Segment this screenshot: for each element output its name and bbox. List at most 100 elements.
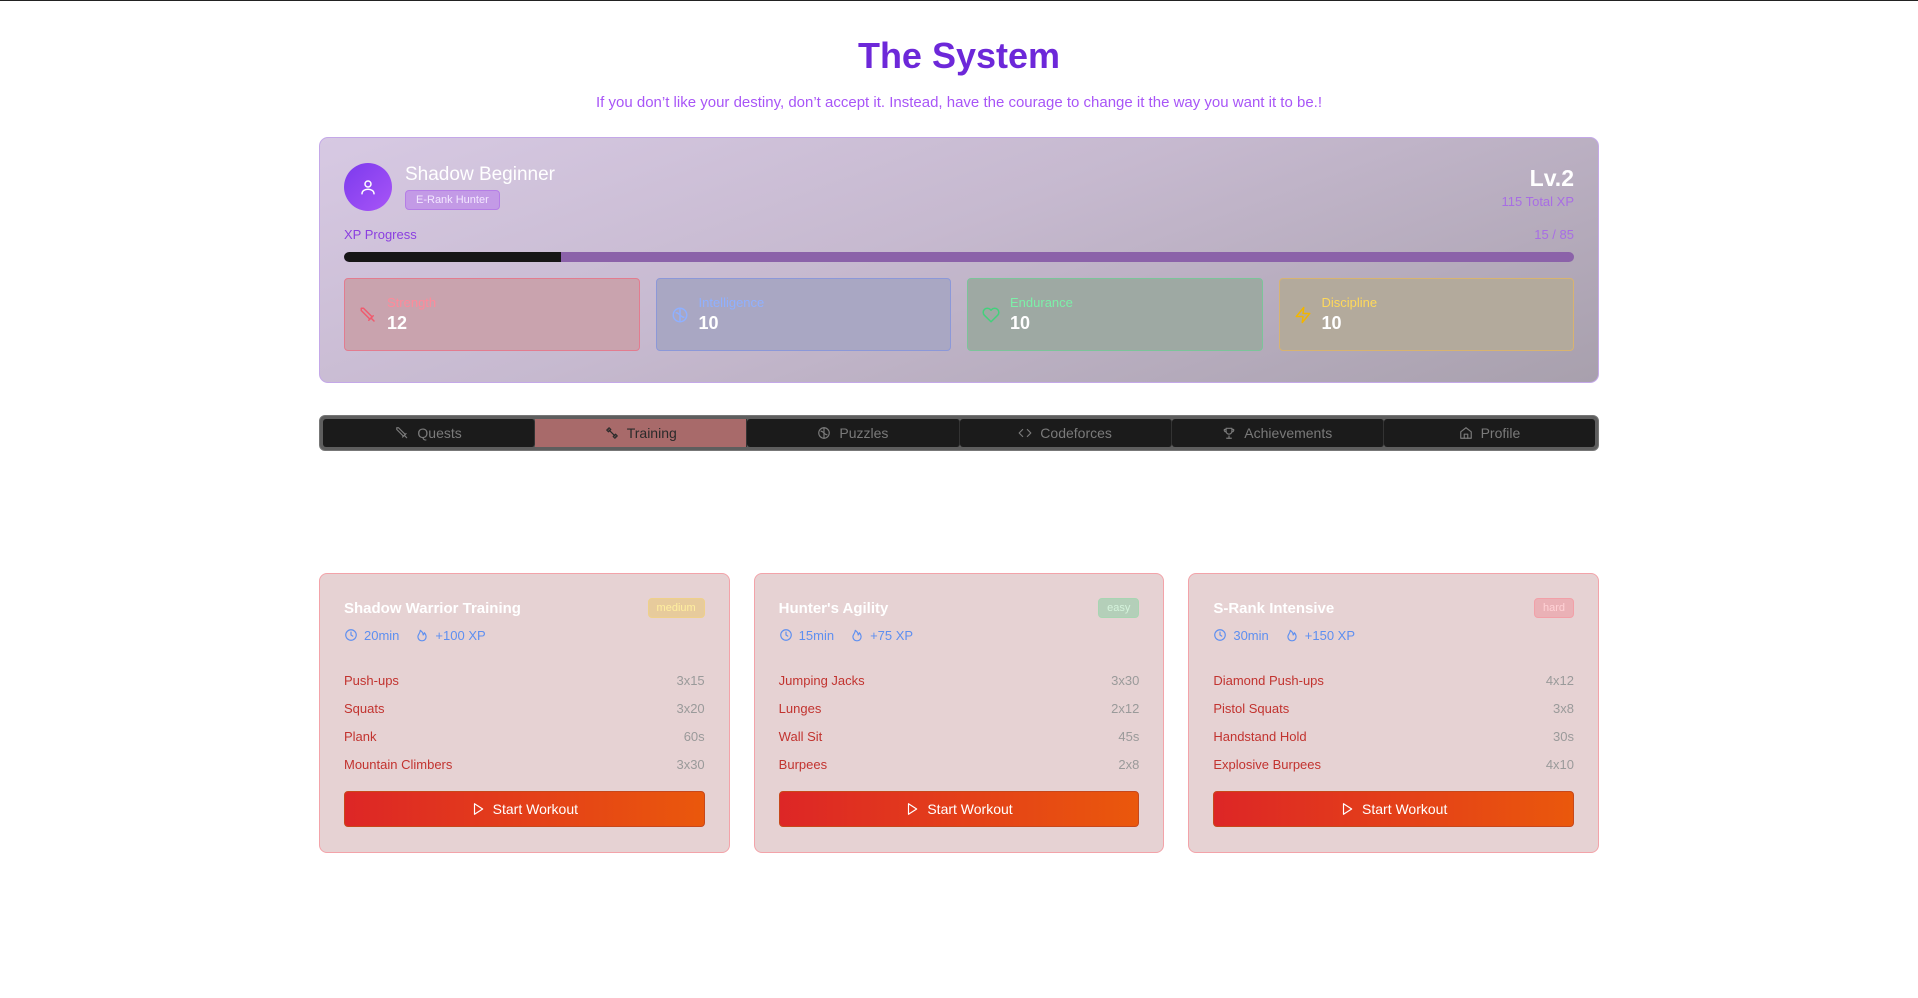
tab-label: Profile (1480, 425, 1521, 441)
level-indicator: Lv.2 (1529, 165, 1574, 191)
stat-value: 10 (698, 312, 719, 333)
stat-label: Endurance (1010, 294, 1073, 310)
trophy-icon (1222, 426, 1236, 440)
rank-badge: E-Rank Hunter (405, 190, 500, 210)
tab-profile[interactable]: Profile (1383, 419, 1596, 447)
exercise-reps: 4x12 (1545, 673, 1575, 688)
exercise-reps: 3x8 (1553, 701, 1575, 716)
start-workout-button[interactable]: Start Workout (344, 791, 705, 827)
tab-label: Puzzles (839, 425, 889, 441)
play-icon (905, 802, 919, 816)
exercise-reps: 3x20 (676, 701, 705, 716)
exercise-row: Jumping Jacks 3x30 (779, 667, 1140, 695)
exercise-name: Plank (344, 729, 377, 744)
stat-value: 10 (1010, 312, 1031, 333)
workout-xp: +75 XP (850, 628, 913, 643)
workout-card: Shadow Warrior Training medium 20min +10… (319, 573, 730, 853)
workout-title: Hunter's Agility (778, 599, 889, 617)
workout-duration: 20min (344, 628, 399, 643)
xp-text: +150 XP (1304, 627, 1356, 643)
stat-strength: Strength 12 (344, 278, 640, 351)
tab-puzzles[interactable]: Puzzles (747, 419, 960, 447)
xp-progress-bar (344, 252, 1574, 262)
workout-xp: +150 XP (1285, 628, 1355, 643)
tab-achievements[interactable]: Achievements (1171, 419, 1384, 447)
exercise-row: Wall Sit 45s (779, 723, 1140, 751)
dumbbell-icon (605, 426, 619, 440)
workout-duration: 15min (779, 628, 834, 643)
stat-label: Intelligence (698, 294, 765, 310)
exercise-name: Lunges (778, 701, 822, 716)
exercise-row: Handstand Hold 30s (1213, 723, 1574, 751)
exercise-name: Squats (344, 701, 385, 716)
exercise-name: Diamond Push-ups (1213, 673, 1324, 688)
heart-icon (980, 304, 1002, 326)
exercise-reps: 45s (1118, 729, 1140, 744)
tab-training[interactable]: Training (535, 419, 748, 447)
tab-label: Achievements (1244, 425, 1333, 441)
profile-name: Shadow Beginner (405, 164, 555, 185)
duration-text: 15min (798, 627, 835, 643)
start-workout-button[interactable]: Start Workout (1213, 791, 1575, 827)
tab-label: Quests (417, 425, 462, 441)
workout-title: Shadow Warrior Training (344, 599, 521, 617)
exercise-reps: 60s (683, 729, 705, 744)
sword-icon (395, 426, 409, 440)
play-icon (1340, 802, 1354, 816)
button-label: Start Workout (492, 801, 578, 817)
exercise-reps: 4x10 (1545, 757, 1575, 772)
app-container: The System If you don’t like your destin… (319, 35, 1600, 853)
exercise-name: Pistol Squats (1213, 701, 1290, 716)
total-xp: 115 Total XP (1501, 194, 1574, 209)
page-subtitle: If you don’t like your destiny, don’t ac… (596, 94, 1322, 111)
exercise-row: Plank 60s (344, 723, 705, 751)
sword-icon (357, 304, 379, 326)
exercise-row: Lunges 2x12 (779, 695, 1140, 723)
exercise-reps: 3x15 (676, 673, 705, 688)
start-workout-button[interactable]: Start Workout (778, 791, 1140, 827)
stat-value: 12 (387, 312, 408, 333)
stat-discipline: Discipline 10 (1278, 278, 1574, 351)
exercise-name: Mountain Climbers (344, 757, 453, 772)
lightning-icon (1292, 304, 1314, 326)
exercise-row: Mountain Climbers 3x30 (344, 751, 705, 779)
xp-progress-fill (344, 252, 562, 262)
exercise-reps: 3x30 (1111, 673, 1140, 688)
exercise-name: Handstand Hold (1213, 729, 1307, 744)
duration-text: 20min (364, 627, 400, 643)
brain-icon (817, 426, 831, 440)
xp-text: +75 XP (870, 627, 914, 643)
xp-text: +100 XP (435, 627, 486, 643)
workout-cards: Shadow Warrior Training medium 20min +10… (319, 573, 1600, 853)
workout-duration: 30min (1213, 627, 1269, 643)
xp-progress-value: 15 / 85 (1534, 227, 1574, 242)
exercise-row: Pistol Squats 3x8 (1213, 695, 1574, 723)
stat-intelligence: Intelligence 10 (655, 278, 951, 351)
exercise-row: Explosive Burpees 4x10 (1213, 751, 1574, 779)
difficulty-badge: easy (1098, 598, 1140, 618)
exercise-reps: 2x8 (1118, 757, 1140, 772)
stat-value: 10 (1321, 312, 1342, 333)
button-label: Start Workout (927, 801, 1013, 817)
clock-icon (779, 629, 792, 641)
difficulty-badge: hard (1533, 598, 1575, 618)
workout-xp: +100 XP (415, 627, 486, 643)
exercise-name: Jumping Jacks (778, 673, 865, 688)
exercise-reps: 3x30 (676, 757, 705, 772)
tab-codeforces[interactable]: Codeforces (959, 419, 1172, 447)
tab-label: Training (626, 425, 677, 441)
tab-label: Codeforces (1040, 425, 1112, 441)
exercise-name: Burpees (778, 757, 828, 772)
duration-text: 30min (1233, 627, 1269, 643)
tab-quests[interactable]: Quests (323, 419, 536, 447)
workout-card: Hunter's Agility easy 15min +75 XP Jumpi… (753, 573, 1165, 853)
profile-card: Shadow Beginner E-Rank Hunter Lv.2 115 T… (319, 137, 1599, 383)
main-tabs: Quests Training Puzzles Codeforces Achie… (319, 415, 1599, 451)
stat-endurance: Endurance 10 (967, 278, 1263, 351)
flame-icon (852, 629, 862, 642)
avatar[interactable] (344, 163, 392, 211)
code-icon (1018, 426, 1032, 440)
exercise-name: Explosive Burpees (1213, 757, 1322, 772)
workout-title: S-Rank Intensive (1213, 599, 1335, 617)
flame-icon (417, 629, 428, 642)
